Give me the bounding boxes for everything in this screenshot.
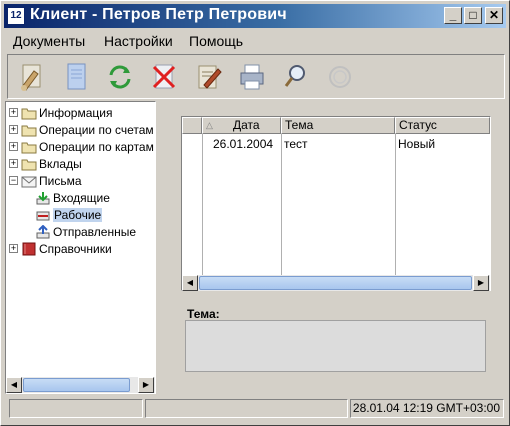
tree-item-inbox[interactable]: Входящие — [9, 190, 155, 207]
tree-item-sent[interactable]: Отправленные — [9, 224, 155, 241]
navigation-tree[interactable]: + Информация + Операции по счетам + Опер… — [5, 101, 156, 394]
main-window: 12 Клиент - Петров Петр Петрович _ □ ✕ Д… — [0, 0, 510, 426]
column-header-topic[interactable]: Тема — [281, 117, 395, 134]
scroll-right-icon[interactable]: ▶ — [138, 377, 154, 393]
expand-icon[interactable]: + — [9, 142, 18, 151]
scrollbar-thumb[interactable] — [23, 378, 130, 392]
cell-date: 26.01.2004 — [213, 137, 274, 151]
tray-icon — [36, 211, 50, 221]
tree-item-directories[interactable]: + Справочники — [9, 241, 155, 258]
sign-icon — [198, 65, 222, 89]
column-divider — [281, 134, 282, 276]
tree-item-letters[interactable]: − Письма — [9, 173, 155, 190]
cell-status: Новый — [398, 137, 436, 151]
expand-icon[interactable]: + — [9, 125, 18, 134]
refresh-button[interactable] — [102, 59, 138, 95]
menu-settings[interactable]: Настройки — [104, 33, 173, 49]
letters-table[interactable]: △ Дата Тема Статус 26.01.2004 тест Новый… — [181, 116, 491, 291]
close-button[interactable]: ✕ — [485, 7, 503, 24]
tree-item-deposits[interactable]: + Вклады — [9, 156, 155, 173]
status-panel-1 — [9, 399, 143, 418]
status-panel-2 — [145, 399, 348, 418]
tree-item-label: Информация — [39, 106, 113, 120]
scrollbar-thumb[interactable] — [199, 276, 472, 290]
table-horizontal-scrollbar[interactable]: ◀ ▶ — [182, 275, 490, 291]
outbox-icon — [36, 225, 50, 239]
menu-bar: Документы Настройки Помощь — [4, 30, 506, 52]
topic-field[interactable] — [185, 320, 486, 372]
tree-item-label: Операции по счетам — [39, 123, 154, 137]
tree-item-label: Вклады — [39, 157, 82, 171]
tree-item-label: Операции по картам — [39, 140, 154, 154]
inbox-icon — [36, 192, 50, 205]
collapse-icon[interactable]: − — [9, 176, 18, 185]
search-button[interactable] — [278, 59, 314, 95]
cell-topic: тест — [284, 137, 308, 151]
new-document-icon — [21, 64, 41, 91]
folder-icon — [21, 159, 37, 171]
sort-indicator-icon: △ — [206, 120, 213, 130]
envelope-icon — [21, 176, 37, 188]
stamp-button[interactable] — [322, 59, 358, 95]
title-bar[interactable]: 12 Клиент - Петров Петр Петрович _ □ ✕ — [4, 4, 506, 28]
document-button[interactable] — [58, 59, 94, 95]
select-column-header[interactable] — [182, 117, 202, 134]
folder-icon — [21, 125, 37, 137]
menu-help[interactable]: Помощь — [189, 33, 243, 49]
expand-icon[interactable]: + — [9, 159, 18, 168]
maximize-button[interactable]: □ — [464, 7, 482, 24]
status-datetime: 28.01.04 12:19 GMT+03:00 — [350, 399, 504, 418]
folder-icon — [21, 108, 37, 120]
column-header-status[interactable]: Статус — [395, 117, 490, 134]
delete-icon — [152, 64, 176, 89]
column-header-date[interactable]: △ Дата — [202, 117, 281, 134]
search-icon — [284, 65, 305, 87]
column-header-label: Статус — [399, 118, 437, 132]
stamp-icon — [329, 66, 351, 88]
minimize-button[interactable]: _ — [444, 7, 462, 24]
scroll-right-icon[interactable]: ▶ — [473, 275, 489, 291]
topic-label: Тема: — [187, 307, 220, 321]
tree-item-card-operations[interactable]: + Операции по картам — [9, 139, 155, 156]
column-header-label: Дата — [233, 118, 260, 132]
tree-item-label: Отправленные — [53, 225, 137, 239]
new-document-button[interactable] — [14, 59, 50, 95]
column-divider — [395, 134, 396, 276]
scroll-left-icon[interactable]: ◀ — [182, 275, 198, 291]
scroll-left-icon[interactable]: ◀ — [6, 377, 22, 393]
tree-item-working[interactable]: Рабочие — [9, 207, 155, 224]
window-title: Клиент - Петров Петр Петрович — [30, 6, 287, 23]
sign-button[interactable] — [190, 59, 226, 95]
tree-horizontal-scrollbar[interactable]: ◀ ▶ — [6, 377, 155, 393]
tree-item-label: Входящие — [53, 191, 110, 205]
refresh-icon — [109, 65, 131, 89]
folder-icon — [21, 142, 37, 154]
menu-documents[interactable]: Документы — [13, 33, 85, 49]
expand-icon[interactable]: + — [9, 108, 18, 117]
print-button[interactable] — [234, 59, 270, 95]
tree-item-label: Рабочие — [53, 208, 103, 222]
book-icon — [22, 242, 36, 256]
column-divider — [202, 134, 203, 276]
tree-item-account-operations[interactable]: + Операции по счетам — [9, 122, 155, 139]
expand-icon[interactable]: + — [9, 244, 18, 253]
column-header-label: Тема — [285, 118, 314, 132]
print-icon — [240, 64, 264, 90]
tree-item-label: Справочники — [39, 242, 112, 256]
delete-button[interactable] — [146, 59, 182, 95]
app-icon[interactable]: 12 — [7, 7, 25, 25]
toolbar — [7, 54, 505, 99]
tree-item-information[interactable]: + Информация — [9, 105, 155, 122]
document-icon — [67, 63, 86, 90]
tree-item-label: Письма — [39, 174, 82, 188]
table-header: △ Дата Тема Статус — [182, 117, 490, 134]
